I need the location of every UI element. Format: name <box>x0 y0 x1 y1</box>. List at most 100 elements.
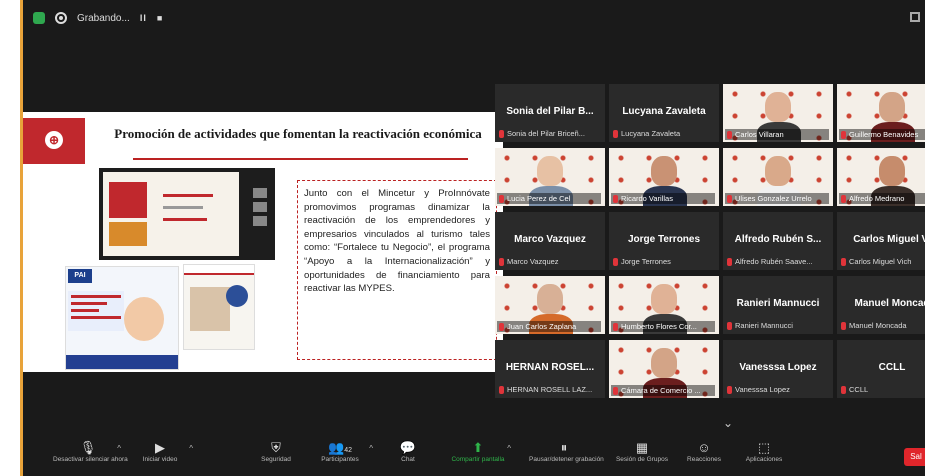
mic-muted-icon <box>499 257 504 266</box>
stop-recording-button[interactable]: ■ <box>157 13 163 23</box>
mic-muted-icon <box>499 322 504 331</box>
participant-tile[interactable]: Marco Vazquez Marco Vazquez <box>495 212 605 270</box>
chat-button[interactable]: 💬 Chat <box>373 436 443 476</box>
slide-thumbnail-image <box>99 168 275 260</box>
participant-caption: Marco Vazquez <box>499 257 601 266</box>
participant-name: Manuel Moncad <box>854 298 925 309</box>
participant-caption: Vanesssa Lopez <box>727 385 829 394</box>
shield-icon: ⛨ <box>271 440 281 455</box>
participant-tile[interactable]: Guillermo Benavides <box>837 84 925 142</box>
participant-caption: Sonia del Pilar Briceñ... <box>499 129 601 138</box>
participant-tile[interactable]: Manuel Moncad Manuel Moncada <box>837 276 925 334</box>
participant-caption-label: HERNAN ROSELL LAZ... <box>507 385 593 394</box>
mic-muted-icon <box>613 194 618 203</box>
participant-caption: Cámara de Comercio ... <box>611 385 715 396</box>
participant-caption-label: Jorge Terrones <box>621 257 671 266</box>
security-shield-icon[interactable] <box>33 12 45 24</box>
slide-body-text: Junto con el Mincetur y ProInnóvate prom… <box>297 180 497 360</box>
chevron-down-icon[interactable]: ⌄ <box>723 416 733 430</box>
mic-muted-icon <box>499 194 504 203</box>
mic-muted-icon <box>841 257 846 266</box>
chevron-up-icon[interactable]: ^ <box>117 444 121 453</box>
participant-caption-label: Manuel Moncada <box>849 321 907 330</box>
mic-muted-icon <box>727 194 732 203</box>
participant-caption-label: Ulises Gonzalez Urrelo <box>735 194 812 203</box>
participant-tile[interactable]: Carlos Villaran <box>723 84 833 142</box>
security-button[interactable]: ⛨ Seguridad <box>241 436 311 476</box>
participant-tile[interactable]: Ulises Gonzalez Urrelo <box>723 148 833 206</box>
participant-tile[interactable]: Vanesssa Lopez Vanesssa Lopez <box>723 340 833 398</box>
participant-caption: Ranieri Mannucci <box>727 321 829 330</box>
participant-tile[interactable]: Ricardo Varillas <box>609 148 719 206</box>
chevron-up-icon[interactable]: ^ <box>189 444 193 453</box>
participant-tile[interactable]: Lucyana Zavaleta Lucyana Zavaleta <box>609 84 719 142</box>
participant-caption-label: Guillermo Benavides <box>849 130 919 139</box>
microphone-muted-icon: 🎙 <box>79 440 97 455</box>
program-flyer-image: PAI <box>65 266 179 370</box>
view-grid-icon[interactable] <box>910 12 920 22</box>
participant-caption: Ricardo Varillas <box>611 193 715 204</box>
participant-caption: Lucia Perez de Cel <box>497 193 601 204</box>
participant-caption-label: Humberto Flores Cor... <box>621 322 697 331</box>
participant-caption-label: Vanesssa Lopez <box>735 385 790 394</box>
chevron-up-icon[interactable]: ^ <box>507 444 511 453</box>
recording-icon <box>55 12 67 24</box>
participant-name: Lucyana Zavaleta <box>622 106 706 117</box>
participant-caption-label: Alfredo Rubén Saave... <box>735 257 813 266</box>
participant-tile[interactable]: HERNAN ROSEL... HERNAN ROSELL LAZ... <box>495 340 605 398</box>
mic-muted-icon <box>841 385 846 394</box>
participant-caption-label: Cámara de Comercio ... <box>621 386 701 395</box>
participant-caption-label: Marco Vazquez <box>507 257 559 266</box>
mic-muted-icon <box>727 257 732 266</box>
participant-name: Vanesssa Lopez <box>739 362 817 373</box>
pause-recording-button[interactable]: II <box>140 13 147 23</box>
participant-caption-label: Ricardo Varillas <box>621 194 673 203</box>
participant-tile[interactable]: Jorge Terrones Jorge Terrones <box>609 212 719 270</box>
share-screen-icon: ⬆ <box>472 440 484 455</box>
participant-name: Jorge Terrones <box>627 234 701 245</box>
participant-tile[interactable]: Cámara de Comercio ... <box>609 340 719 398</box>
share-screen-button[interactable]: ⬆ Compartir pantalla ^ <box>443 436 513 476</box>
apps-icon: ⬚ <box>757 440 771 455</box>
participant-tile[interactable]: Ranieri Mannucci Ranieri Mannucci <box>723 276 833 334</box>
chamber-logo-mark: ⊕ <box>45 130 63 149</box>
unmute-button[interactable]: 🎙 Desactivar silenciar ahora ^ <box>53 436 128 476</box>
participant-tile[interactable]: Sonia del Pilar B... Sonia del Pilar Bric… <box>495 84 605 142</box>
participant-tile[interactable]: Carlos Miguel Vi Carlos Miguel Vich <box>837 212 925 270</box>
participant-caption-label: Lucia Perez de Cel <box>507 194 571 203</box>
start-video-button[interactable]: ▶ Iniciar video ^ <box>125 436 195 476</box>
participant-caption-label: Carlos Villaran <box>735 130 784 139</box>
participant-tile[interactable]: Humberto Flores Cor... <box>609 276 719 334</box>
participant-tile[interactable]: Alfredo Medrano <box>837 148 925 206</box>
participant-caption: Guillermo Benavides <box>839 129 925 140</box>
apps-button[interactable]: ⬚ Aplicaciones <box>729 436 799 476</box>
participant-caption-label: Alfredo Medrano <box>849 194 905 203</box>
mic-muted-icon <box>727 321 732 330</box>
participant-tile[interactable]: Alfredo Rubén S... Alfredo Rubén Saave... <box>723 212 833 270</box>
participant-tile[interactable]: Lucia Perez de Cel <box>495 148 605 206</box>
program-flyer-image-2 <box>183 264 255 350</box>
meeting-window: Grabando... II ■ ⊕ Promoción de activida… <box>20 0 925 476</box>
participant-caption-label: Carlos Miguel Vich <box>849 257 912 266</box>
mic-muted-icon <box>613 322 618 331</box>
pause-icon: ⏸ <box>560 440 568 455</box>
participant-caption: Carlos Villaran <box>725 129 829 140</box>
participant-name: Carlos Miguel Vi <box>853 234 925 245</box>
participant-caption: Ulises Gonzalez Urrelo <box>725 193 829 204</box>
recording-status: Grabando... <box>77 12 130 24</box>
participant-tile[interactable]: Juan Carlos Zaplana <box>495 276 605 334</box>
grid-icon: ▦ <box>635 440 649 455</box>
mic-muted-icon <box>841 130 846 139</box>
participant-caption-label: Lucyana Zavaleta <box>621 129 681 138</box>
participant-caption-label: Sonia del Pilar Briceñ... <box>507 129 585 138</box>
participant-caption-label: Juan Carlos Zaplana <box>507 322 577 331</box>
mic-muted-icon <box>613 129 618 138</box>
breakout-rooms-button[interactable]: ▦ Sesión de Grupos <box>607 436 677 476</box>
mic-muted-icon <box>499 385 504 394</box>
leave-button[interactable]: Sal <box>904 448 925 466</box>
participant-caption: Alfredo Medrano <box>839 193 925 204</box>
participant-tile[interactable]: CCLL CCLL <box>837 340 925 398</box>
mic-muted-icon <box>499 129 504 138</box>
pause-stop-recording-button[interactable]: ⏸ Pausar/detener grabación <box>529 436 604 476</box>
participants-button[interactable]: 👥42 Participantes ^ <box>305 436 375 476</box>
